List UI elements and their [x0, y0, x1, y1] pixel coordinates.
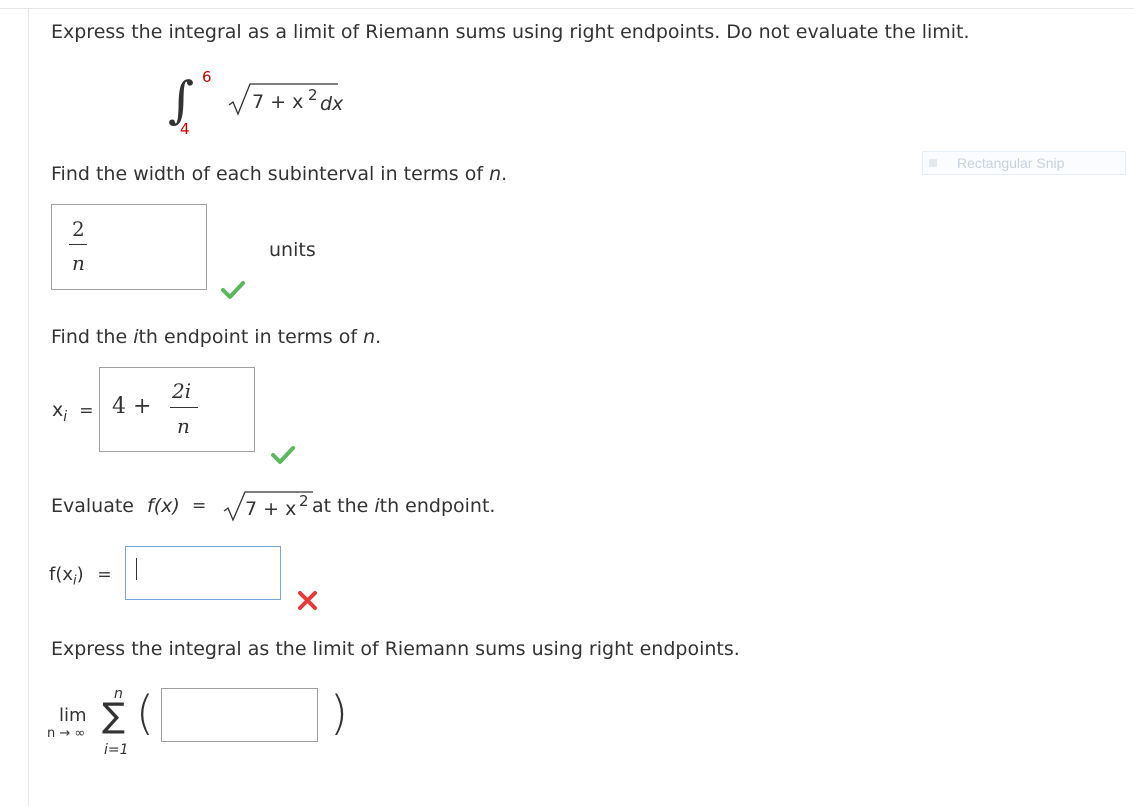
endpoint-fraction-bar: [170, 407, 198, 408]
left-frame-border: [28, 8, 29, 806]
riemann-prompt: Express the integral as the limit of Rie…: [51, 638, 740, 660]
sigma-lower: i=1: [104, 742, 129, 758]
riemann-sum-expression: lim n → ∞ n ∑ i=1 ( ): [40, 680, 370, 770]
fxi-answer-input[interactable]: [125, 546, 281, 600]
integral-upper-limit: 6: [202, 68, 212, 86]
integral-differential: dx: [320, 93, 344, 115]
sigma-lower-text: i=1: [104, 742, 129, 758]
endpoint-prompt-b: th endpoint in terms of: [138, 326, 364, 348]
width-prompt: Find the width of each subinterval in te…: [51, 163, 507, 185]
width-fraction-bar: [69, 244, 87, 245]
evaluate-expr: 7 + x: [245, 498, 297, 520]
width-answer-denominator: n: [72, 251, 85, 275]
text-caret: [136, 558, 137, 580]
endpoint-denominator: n: [177, 414, 190, 438]
evaluate-prompt: Evaluate f(x) = 7 + x 2 at the ith endpo…: [51, 484, 531, 524]
fxi-close: ): [76, 564, 84, 585]
evaluate-prompt-fx: f(x): [147, 495, 180, 517]
integral-expression: ∫ 6 4 7 + x 2 dx: [160, 66, 360, 146]
endpoint-answer-box[interactable]: 4 + 2i n: [99, 367, 255, 452]
evaluate-prompt-a: Evaluate: [51, 495, 134, 517]
fxi-label: f(xi) =: [49, 564, 112, 589]
snip-icon: [929, 159, 937, 167]
endpoint-prompt: Find the ith endpoint in terms of n.: [51, 326, 381, 348]
xi-label: xi =: [52, 399, 93, 425]
riemann-answer-input[interactable]: [161, 688, 318, 742]
xi-subscript: i: [63, 408, 68, 425]
endpoint-numerator: 2i: [172, 379, 192, 403]
width-answer-numerator: 2: [72, 217, 85, 241]
evaluate-prompt-c: th endpoint.: [379, 495, 496, 517]
evaluate-exponent: 2: [299, 492, 309, 510]
fxi-f: f(x: [49, 564, 74, 585]
width-prompt-end: .: [501, 163, 508, 185]
close-paren: ): [330, 686, 348, 740]
open-paren: (: [136, 686, 154, 740]
fxi-equals: =: [97, 565, 112, 585]
incorrect-x-icon: [298, 591, 317, 610]
units-label: units: [269, 239, 316, 261]
rectangular-snip-overlay[interactable]: Rectangular Snip: [922, 151, 1126, 175]
integrand-exponent: 2: [308, 86, 318, 104]
lim-label: lim: [59, 705, 87, 726]
evaluate-prompt-tail: at the ith endpoint.: [312, 495, 495, 517]
question-prompt: Express the integral as a limit of Riema…: [51, 21, 970, 43]
endpoint-prompt-n: n: [363, 326, 376, 348]
snip-label: Rectangular Snip: [957, 155, 1065, 171]
integral-lower-limit: 4: [180, 120, 190, 138]
top-frame-border: [0, 0, 1134, 9]
xi-x: x: [52, 399, 64, 421]
width-prompt-text: Find the width of each subinterval in te…: [51, 163, 490, 185]
endpoint-prompt-a: Find the: [51, 326, 134, 348]
endpoint-prompt-end: .: [375, 326, 382, 348]
correct-check-icon: [271, 446, 295, 464]
integrand-base: 7 + x: [252, 91, 304, 113]
sigma-symbol: ∑: [102, 696, 125, 736]
evaluate-prompt-b: at the: [312, 495, 375, 517]
width-prompt-var: n: [489, 163, 502, 185]
xi-equals: =: [79, 401, 94, 421]
endpoint-whole-term: 4 +: [112, 394, 152, 419]
evaluate-prompt-equals: =: [192, 496, 207, 516]
lim-subscript: n → ∞: [47, 726, 86, 741]
correct-check-icon: [221, 281, 245, 299]
width-answer-box[interactable]: 2 n: [51, 204, 207, 290]
